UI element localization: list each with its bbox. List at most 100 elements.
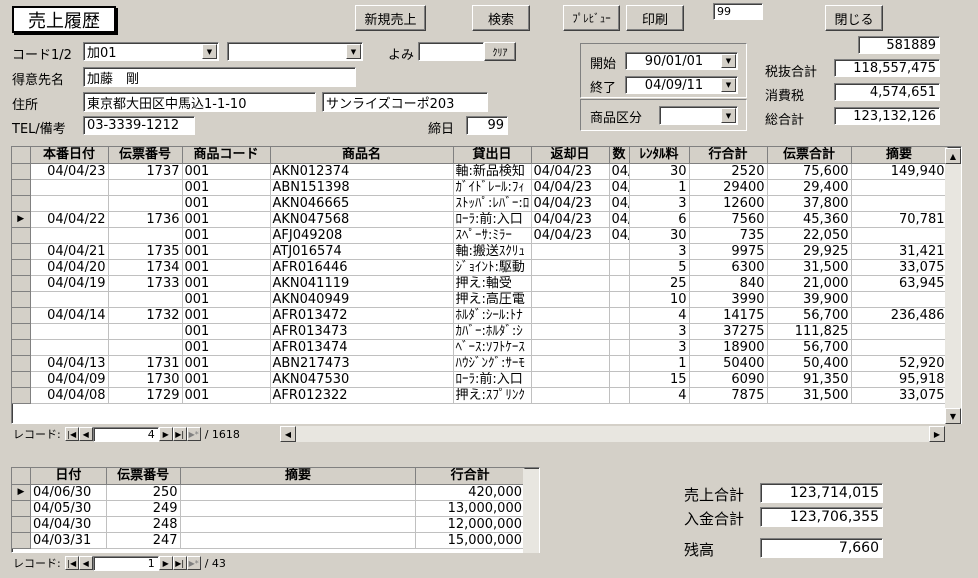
table-cell[interactable]: 30	[629, 227, 690, 244]
table-cell[interactable]	[851, 323, 948, 340]
scroll-down-arrow-icon[interactable]: ▼	[945, 408, 961, 424]
next-record-icon[interactable]: ▶	[158, 427, 173, 441]
table-cell[interactable]: 1732	[108, 307, 183, 324]
table-row[interactable]: 04/04/14 1732 001 AFR013472 ﾎﾙﾀﾞ:ｼｰﾙ:ﾄﾅ 4 1417…	[12, 307, 948, 324]
table-cell[interactable]: 3	[629, 339, 690, 356]
table-cell[interactable]: 1729	[108, 387, 183, 404]
table-row[interactable]: 04/04/09 1730 001 AKN047530 ﾛｰﾗ:前:入口 15 6090 91…	[12, 371, 948, 388]
table-cell[interactable]: 04/04/09	[30, 371, 109, 388]
payments-vertical-scrollbar[interactable]	[523, 469, 539, 553]
row-selector[interactable]	[12, 532, 31, 549]
tel-field[interactable]: 03-3339-1212	[83, 116, 195, 135]
chevron-down-icon[interactable]: ▼	[721, 78, 736, 92]
table-cell[interactable]: 軸:新品検知	[453, 163, 532, 180]
table-cell[interactable]: 1735	[108, 243, 183, 260]
column-header[interactable]: 数	[609, 147, 630, 164]
table-cell[interactable]: 001	[182, 259, 271, 276]
table-cell[interactable]: 33,075	[851, 387, 948, 404]
table-cell[interactable]: 1733	[108, 275, 183, 292]
table-cell[interactable]: AKN041119	[270, 275, 454, 292]
table-cell[interactable]: AKN040949	[270, 291, 454, 308]
main-vertical-scrollbar[interactable]	[945, 148, 961, 424]
table-cell[interactable]	[609, 291, 630, 308]
table-cell[interactable]: ｽﾄｯﾊﾟ:ﾚﾊﾞｰ:ﾛ	[453, 195, 532, 212]
table-cell[interactable]: 13,000,000	[415, 500, 525, 517]
first-record-icon[interactable]: |◀	[64, 427, 79, 441]
table-cell[interactable]: 3	[629, 323, 690, 340]
table-cell[interactable]: 4	[629, 387, 690, 404]
table-cell[interactable]: ﾊｳｼﾞﾝｸﾞ:ｻｰﾓ	[453, 355, 532, 372]
table-cell[interactable]: 04/04/08	[30, 387, 109, 404]
table-cell[interactable]: AKN012374	[270, 163, 454, 180]
table-cell[interactable]	[180, 516, 417, 533]
table-row[interactable]: ▶ 04/06/30 250 420,000	[12, 484, 525, 501]
table-cell[interactable]: 50,400	[767, 355, 852, 372]
table-cell[interactable]: 04/05/25	[609, 227, 630, 244]
table-cell[interactable]	[180, 500, 417, 517]
table-cell[interactable]	[531, 243, 610, 260]
table-row[interactable]: 04/04/13 1731 001 ABN217473 ﾊｳｼﾞﾝｸﾞ:ｻｰﾓ 1 5040…	[12, 355, 948, 372]
table-cell[interactable]: 3990	[689, 291, 768, 308]
column-header[interactable]: 伝票合計	[767, 147, 852, 164]
table-cell[interactable]	[851, 339, 948, 356]
table-cell[interactable]: 04/04/23	[531, 179, 610, 196]
table-cell[interactable]: 149,940	[851, 163, 948, 180]
scroll-up-arrow-icon[interactable]: ▲	[945, 148, 961, 164]
row-selector[interactable]	[12, 339, 31, 356]
table-cell[interactable]: 04/04/22	[30, 211, 109, 228]
table-cell[interactable]: 6090	[689, 371, 768, 388]
table-row[interactable]: 001 AKN040949 押え:高圧電 10 3990 39,900	[12, 291, 948, 308]
column-header[interactable]: 行合計	[689, 147, 768, 164]
row-selector[interactable]	[12, 387, 31, 404]
table-cell[interactable]: 04/05/30	[609, 195, 630, 212]
table-cell[interactable]: 249	[106, 500, 181, 517]
table-cell[interactable]	[609, 371, 630, 388]
table-cell[interactable]: 001	[182, 323, 271, 340]
last-record-icon[interactable]: ▶|	[172, 556, 187, 570]
next-record-icon[interactable]: ▶	[158, 556, 173, 570]
new-sale-button[interactable]: 新規売上	[355, 5, 426, 31]
table-cell[interactable]: ｽﾍﾟｰｻ:ﾐﾗｰ	[453, 227, 532, 244]
table-cell[interactable]: 840	[689, 275, 768, 292]
table-cell[interactable]: 04/04/13	[30, 355, 109, 372]
table-cell[interactable]: 1731	[108, 355, 183, 372]
table-cell[interactable]: 50400	[689, 355, 768, 372]
table-cell[interactable]: 001	[182, 195, 271, 212]
table-cell[interactable]: 25	[629, 275, 690, 292]
prev-record-icon[interactable]: ◀	[78, 556, 93, 570]
row-selector[interactable]	[12, 516, 31, 533]
table-row[interactable]: 04/05/30 249 13,000,000	[12, 500, 525, 517]
code2-combo[interactable]: ▼	[227, 42, 363, 61]
table-cell[interactable]: 56,700	[767, 307, 852, 324]
table-cell[interactable]: 39,900	[767, 291, 852, 308]
table-cell[interactable]	[531, 259, 610, 276]
table-cell[interactable]: 70,781	[851, 211, 948, 228]
start-date-combo[interactable]: 90/01/01 ▼	[625, 52, 738, 70]
row-selector[interactable]	[12, 500, 31, 517]
row-selector[interactable]	[12, 307, 31, 324]
table-cell[interactable]	[531, 387, 610, 404]
table-row[interactable]: 04/04/19 1733 001 AKN041119 押え:軸受 25 840 21,000…	[12, 275, 948, 292]
table-cell[interactable]: 33,075	[851, 259, 948, 276]
row-selector[interactable]	[12, 275, 31, 292]
table-cell[interactable]: AKN047530	[270, 371, 454, 388]
preview-button[interactable]: ﾌﾟﾚﾋﾞｭｰ	[563, 5, 620, 31]
category-combo[interactable]: ▼	[659, 106, 738, 125]
table-cell[interactable]: ｼﾞｮｲﾝﾄ:駆動	[453, 259, 532, 276]
table-cell[interactable]: 15	[629, 371, 690, 388]
table-row[interactable]: ▶ 04/04/22 1736 001 AKN047568 ﾛｰﾗ:前:入口 04/04/2…	[12, 211, 948, 228]
table-cell[interactable]: 04/03/31	[30, 532, 107, 549]
table-cell[interactable]: 31,500	[767, 259, 852, 276]
table-cell[interactable]: 91,350	[767, 371, 852, 388]
table-cell[interactable]: 10	[629, 291, 690, 308]
table-cell[interactable]: 7560	[689, 211, 768, 228]
table-cell[interactable]: 5	[629, 259, 690, 276]
new-record-icon[interactable]: ▶*	[186, 427, 201, 441]
table-cell[interactable]: 001	[182, 307, 271, 324]
column-header[interactable]: 伝票番号	[108, 147, 183, 164]
new-record-icon[interactable]: ▶*	[186, 556, 201, 570]
table-cell[interactable]	[609, 387, 630, 404]
table-cell[interactable]: 04/05/30	[609, 179, 630, 196]
table-cell[interactable]: 04/05/25	[609, 211, 630, 228]
chevron-down-icon[interactable]: ▼	[721, 108, 736, 123]
